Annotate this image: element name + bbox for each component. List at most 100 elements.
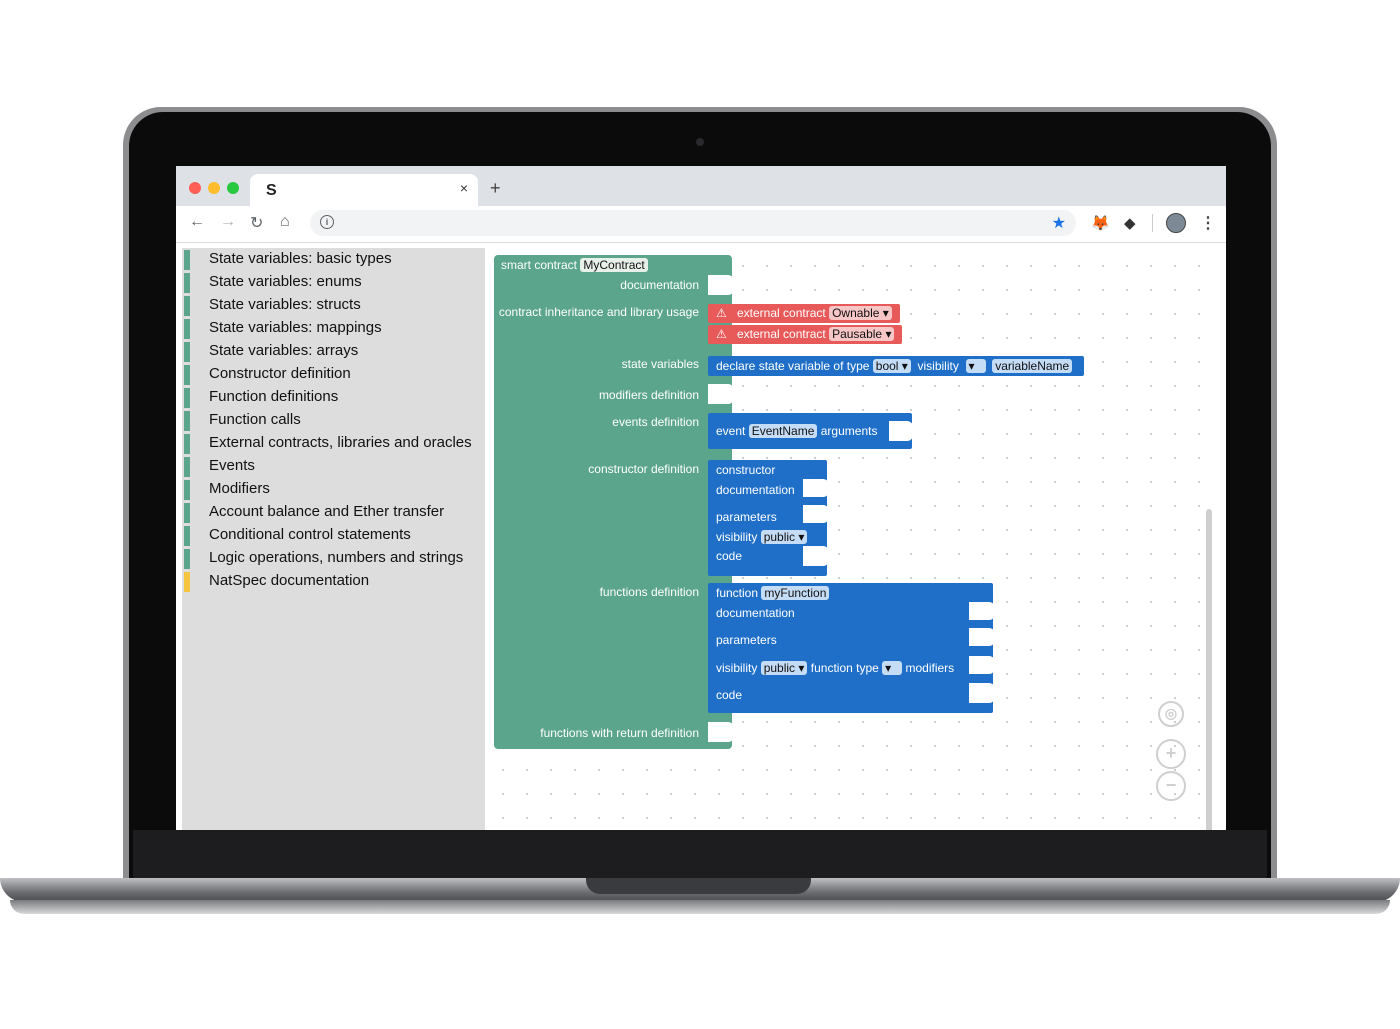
- state-variable-block[interactable]: declare state variable of type bool ▾ vi…: [708, 356, 1084, 376]
- profile-avatar[interactable]: [1166, 213, 1186, 233]
- category-color-bar: [184, 457, 190, 477]
- sidebar-category[interactable]: State variables: enums: [182, 271, 485, 294]
- constructor-parameters-slot: [803, 505, 829, 523]
- forward-icon[interactable]: →: [220, 213, 236, 231]
- recenter-icon[interactable]: ◎: [1158, 701, 1184, 727]
- dropdown-arrow-icon: ▾: [798, 530, 805, 544]
- type-dropdown[interactable]: bool ▾: [872, 359, 911, 373]
- close-window-button[interactable]: [189, 182, 201, 194]
- menu-icon[interactable]: ⋮: [1200, 213, 1216, 233]
- function-block[interactable]: [708, 583, 993, 713]
- tab-strip: S × +: [176, 166, 1226, 206]
- event-arguments-slot: [889, 421, 913, 441]
- tab-close-icon[interactable]: ×: [460, 180, 468, 196]
- sidebar-category[interactable]: Constructor definition: [182, 363, 485, 386]
- external-name-dropdown[interactable]: Pausable ▾: [829, 327, 895, 341]
- ethereum-extension-icon[interactable]: ◆: [1124, 214, 1136, 232]
- new-tab-button[interactable]: +: [490, 178, 501, 199]
- toolbox-sidebar: State variables: basic types State variab…: [182, 248, 485, 830]
- documentation-label: documentation: [620, 278, 699, 292]
- event-content: event EventName arguments: [716, 424, 877, 438]
- home-icon[interactable]: ⌂: [280, 213, 290, 231]
- dropdown-arrow-icon: ▾: [885, 661, 892, 675]
- sidebar-category[interactable]: Function definitions: [182, 386, 485, 409]
- variable-name-field[interactable]: variableName: [992, 359, 1073, 373]
- category-label: Modifiers: [209, 480, 270, 497]
- function-label: function: [716, 586, 759, 600]
- browser-toolbar: ← → ↻ ⌂ i ★ 🦊 ◆ ⋮: [176, 206, 1226, 243]
- sidebar-category[interactable]: State variables: arrays: [182, 340, 485, 363]
- events-definition-label: events definition: [612, 415, 699, 429]
- modifiers-definition-label: modifiers definition: [598, 388, 699, 402]
- sidebar-category[interactable]: Modifiers: [182, 478, 485, 501]
- constructor-documentation-slot: [803, 479, 829, 497]
- category-label: State variables: basic types: [209, 250, 392, 267]
- external-contract-block[interactable]: ⚠ external contract Ownable ▾: [708, 304, 900, 323]
- function-code-slot: [969, 683, 995, 703]
- event-name-field[interactable]: EventName: [748, 424, 818, 438]
- sidebar-category[interactable]: NatSpec documentation: [182, 570, 485, 593]
- contract-block[interactable]: [494, 255, 732, 749]
- documentation-slot: [708, 275, 734, 295]
- function-code-label: code: [716, 688, 743, 702]
- sidebar-category[interactable]: Logic operations, numbers and strings: [182, 547, 485, 570]
- constructor-visibility-label: visibility: [716, 530, 758, 544]
- constructor-documentation-label: documentation: [716, 483, 795, 497]
- category-label: Constructor definition: [209, 365, 351, 382]
- visibility-dropdown[interactable]: ▾: [965, 359, 986, 373]
- reload-icon[interactable]: ↻: [250, 213, 263, 233]
- category-color-bar: [184, 480, 190, 500]
- constructor-code-label: code: [716, 549, 743, 563]
- zoom-out-icon[interactable]: −: [1156, 771, 1186, 801]
- constructor-visibility-dropdown[interactable]: public ▾: [760, 530, 808, 544]
- maximize-window-button[interactable]: [227, 182, 239, 194]
- category-color-bar: [184, 273, 190, 293]
- sidebar-category[interactable]: Function calls: [182, 409, 485, 432]
- zoom-in-icon[interactable]: +: [1156, 739, 1186, 769]
- sidebar-category[interactable]: State variables: mappings: [182, 317, 485, 340]
- bookmark-star-icon[interactable]: ★: [1052, 213, 1066, 233]
- function-visibility-dropdown[interactable]: public ▾: [760, 661, 808, 675]
- category-label: Logic operations, numbers and strings: [209, 549, 464, 566]
- external-name-value: Pausable: [832, 327, 883, 341]
- state-variable-content: declare state variable of type bool ▾ vi…: [716, 359, 1073, 373]
- function-header: function myFunction: [716, 586, 830, 600]
- address-bar[interactable]: i ★: [310, 210, 1076, 236]
- info-icon[interactable]: i: [320, 215, 334, 229]
- constructor-definition-label: constructor definition: [588, 462, 699, 476]
- category-color-bar: [184, 365, 190, 385]
- toolbar-divider: [1152, 214, 1153, 232]
- category-label: Account balance and Ether transfer: [209, 503, 445, 520]
- category-label: State variables: structs: [209, 296, 361, 313]
- external-contract-block[interactable]: ⚠ external contract Pausable ▾: [708, 325, 902, 344]
- blockly-workspace[interactable]: smart contract MyContract documentation …: [485, 248, 1220, 830]
- modifiers-slot: [708, 384, 734, 404]
- laptop-base-shadow: [10, 900, 1390, 914]
- back-icon[interactable]: ←: [189, 213, 205, 231]
- return-functions-slot: [708, 722, 734, 742]
- browser-tab[interactable]: S ×: [250, 174, 478, 206]
- sidebar-category[interactable]: External contracts, libraries and oracle…: [182, 432, 485, 455]
- functions-definition-label: functions definition: [599, 585, 699, 599]
- sidebar-category[interactable]: State variables: basic types: [182, 248, 485, 271]
- metamask-extension-icon[interactable]: 🦊: [1091, 214, 1110, 232]
- category-label: State variables: arrays: [209, 342, 359, 359]
- sidebar-category[interactable]: Account balance and Ether transfer: [182, 501, 485, 524]
- function-type-dropdown[interactable]: ▾: [882, 661, 903, 675]
- function-visibility-label: visibility: [716, 661, 758, 675]
- external-name-dropdown[interactable]: Ownable ▾: [829, 306, 892, 320]
- favicon-icon: S: [266, 182, 277, 199]
- sidebar-category[interactable]: Events: [182, 455, 485, 478]
- sidebar-category[interactable]: Conditional control statements: [182, 524, 485, 547]
- contract-name-field[interactable]: MyContract: [580, 258, 648, 272]
- constructor-visibility-value: public: [763, 530, 796, 544]
- sidebar-category[interactable]: State variables: structs: [182, 294, 485, 317]
- camera: [696, 138, 704, 146]
- workspace-scrollbar[interactable]: [1206, 509, 1212, 830]
- function-name-field[interactable]: myFunction: [761, 586, 830, 600]
- category-color-bar: [184, 388, 190, 408]
- constructor-visibility: visibility public ▾: [716, 530, 808, 544]
- laptop-chin: [133, 830, 1267, 880]
- minimize-window-button[interactable]: [208, 182, 220, 194]
- category-label: State variables: mappings: [209, 319, 382, 336]
